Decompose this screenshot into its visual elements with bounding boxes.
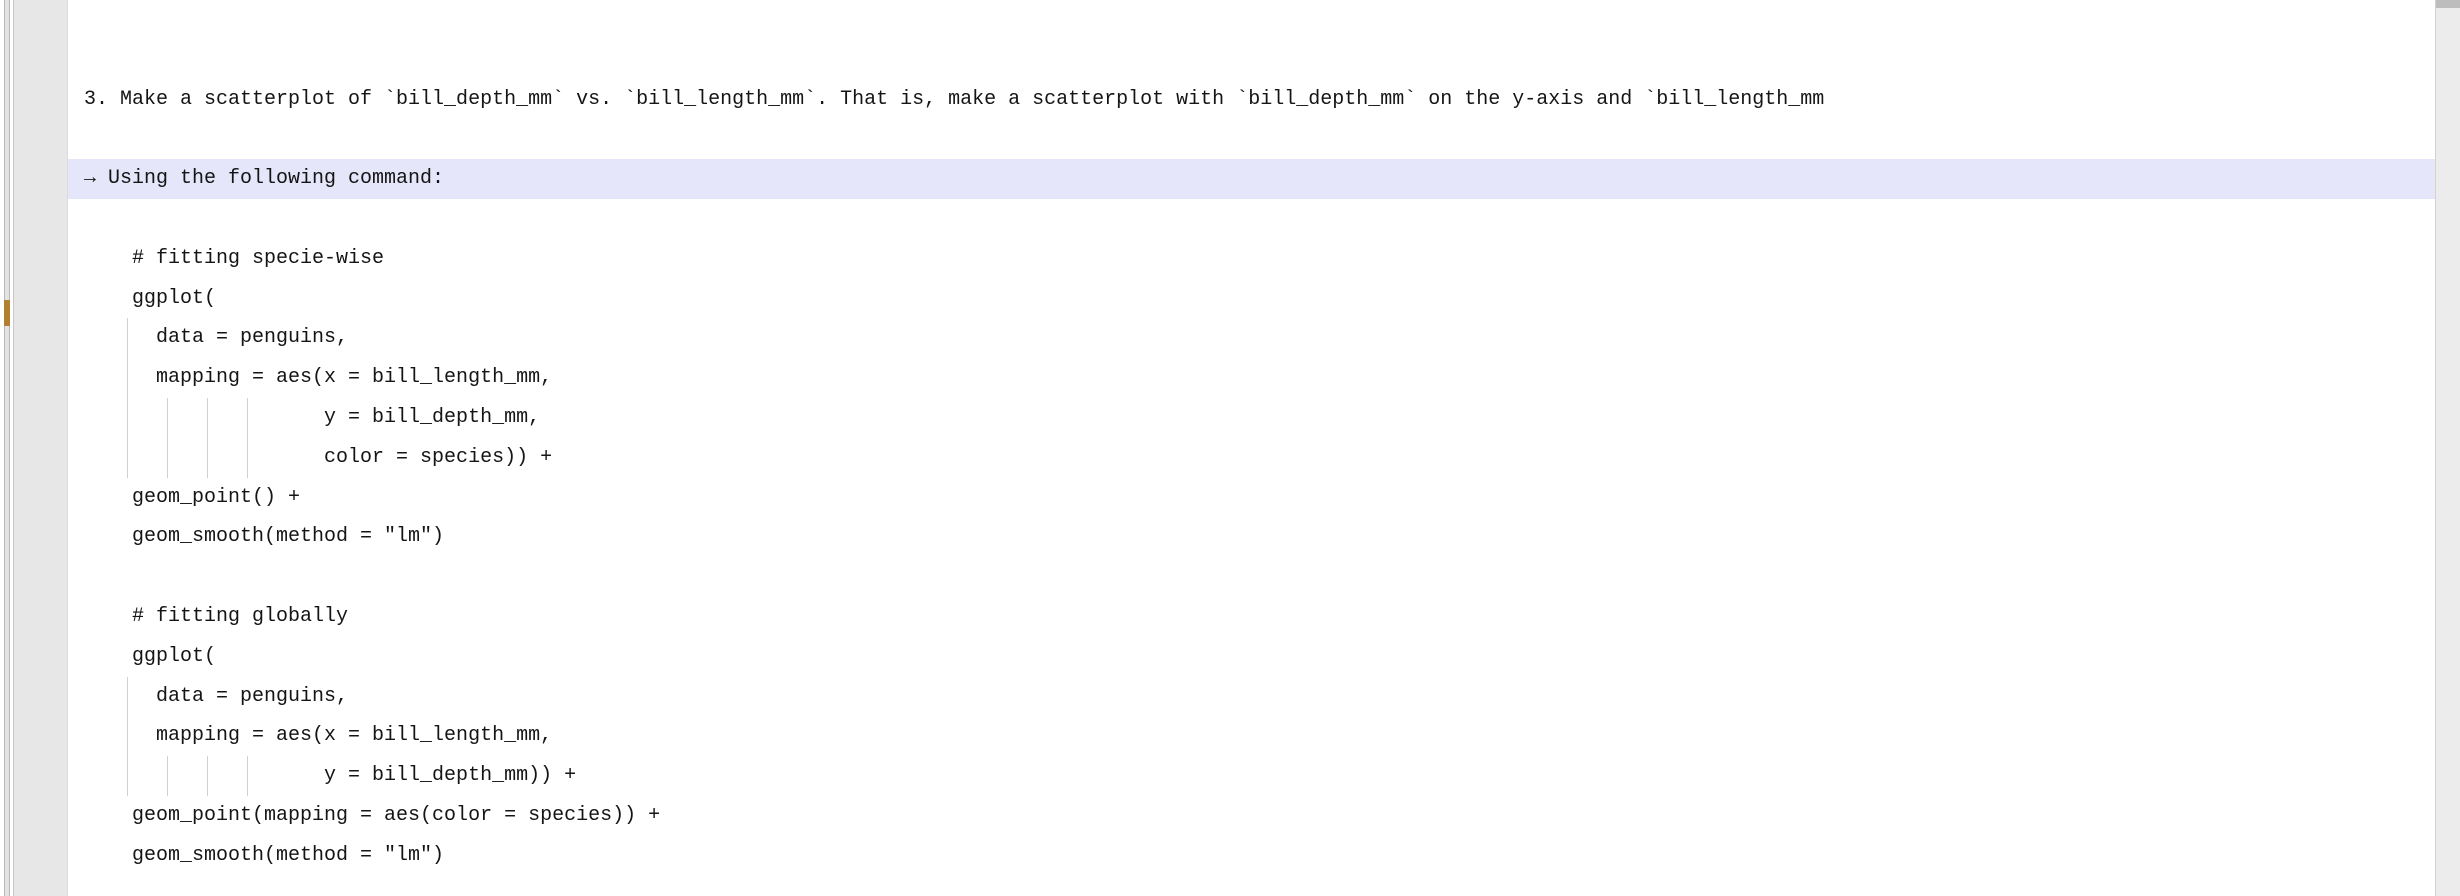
editor-line[interactable]: 31 y = bill_depth_mm)) + xyxy=(14,756,2435,796)
code-line-text: geom_smooth(method = "lm") xyxy=(84,525,445,549)
editor-line[interactable]: 18 # fitting specie-wise xyxy=(14,239,2435,279)
editor-line[interactable]: 19 ggplot( xyxy=(14,279,2435,319)
editor-line[interactable]: 30 mapping = aes(x = bill_length_mm, xyxy=(14,716,2435,757)
code-line-text: data = penguins, xyxy=(84,684,349,708)
code-line-text: # fitting specie-wise xyxy=(84,246,385,270)
editor-line[interactable]: 16→ Using the following command: xyxy=(14,159,2435,199)
code-line-text: color = species)) + xyxy=(84,445,553,469)
code-editor-window: 1213143. Make a scatterplot of `bill_dep… xyxy=(0,0,2460,896)
rail-track[interactable] xyxy=(4,0,10,896)
editor-line[interactable]: 28 ggplot( xyxy=(14,637,2435,677)
editor-line[interactable]: 12 xyxy=(14,0,2435,40)
editor-line[interactable]: 15 xyxy=(14,119,2435,159)
code-line-text: mapping = aes(x = bill_length_mm, xyxy=(84,366,553,390)
code-line-text: ggplot( xyxy=(84,644,217,668)
editor-line[interactable]: 33 geom_smooth(method = "lm") xyxy=(14,836,2435,876)
editor-line[interactable]: 20 data = penguins, xyxy=(14,318,2435,359)
editor-lines[interactable]: 1213143. Make a scatterplot of `bill_dep… xyxy=(14,0,2435,896)
code-line-text: y = bill_depth_mm, xyxy=(84,405,541,429)
editor-line[interactable]: 27 # fitting globally xyxy=(14,597,2435,637)
prose-line-text: → Using the following command: xyxy=(84,167,445,191)
editor-line[interactable]: 21 mapping = aes(x = bill_length_mm, xyxy=(14,358,2435,398)
editor-viewport[interactable]: 1213143. Make a scatterplot of `bill_dep… xyxy=(14,0,2435,896)
editor-line[interactable]: 32 geom_point(mapping = aes(color = spec… xyxy=(14,796,2435,836)
right-panel-cap xyxy=(2436,0,2460,8)
right-margin-panel xyxy=(2435,0,2460,896)
editor-line[interactable]: 143. Make a scatterplot of `bill_depth_m… xyxy=(14,80,2435,120)
rail-thumb[interactable] xyxy=(4,300,10,326)
code-line-text: data = penguins, xyxy=(84,326,349,350)
line-number-gutter xyxy=(14,0,68,896)
document-marker-rail[interactable] xyxy=(0,0,14,896)
editor-line[interactable]: 29 data = penguins, xyxy=(14,676,2435,717)
code-line-text: geom_point(mapping = aes(color = species… xyxy=(84,803,661,827)
prose-line-text: 3. Make a scatterplot of `bill_depth_mm`… xyxy=(84,87,1825,111)
editor-line[interactable]: 26 xyxy=(14,557,2435,597)
editor-line[interactable]: 34 xyxy=(14,876,2435,896)
editor-line[interactable]: 22 y = bill_depth_mm, xyxy=(14,397,2435,438)
editor-line[interactable]: 17 xyxy=(14,199,2435,239)
code-line-text: ggplot( xyxy=(84,286,217,310)
code-line-text: geom_smooth(method = "lm") xyxy=(84,843,445,867)
editor-line[interactable]: 25 geom_smooth(method = "lm") xyxy=(14,517,2435,557)
editor-line[interactable]: 13 xyxy=(14,40,2435,80)
code-line-text: mapping = aes(x = bill_length_mm, xyxy=(84,724,553,748)
code-line-text: # fitting globally xyxy=(84,604,349,628)
code-line-text: geom_point() + xyxy=(84,485,301,509)
editor-line[interactable]: 23 color = species)) + xyxy=(14,437,2435,478)
code-line-text: y = bill_depth_mm)) + xyxy=(84,764,577,788)
editor-line[interactable]: 24 geom_point() + xyxy=(14,478,2435,518)
